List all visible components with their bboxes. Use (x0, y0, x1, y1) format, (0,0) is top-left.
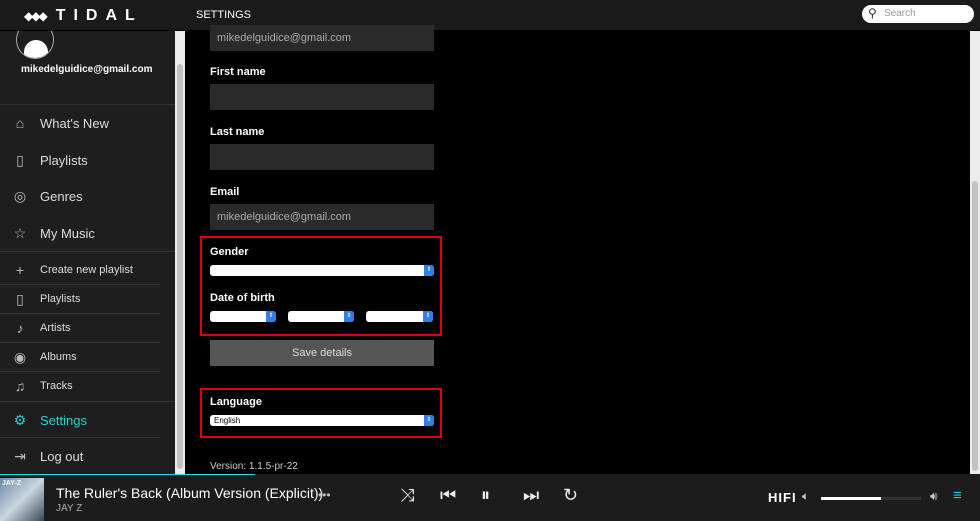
sidebar-item-playlists[interactable]: ▯ Playlists (0, 150, 160, 170)
divider (0, 284, 160, 285)
scrollbar-thumb[interactable] (972, 181, 978, 471)
gender-select[interactable]: ⇕ (210, 265, 434, 276)
divider (0, 401, 175, 402)
album-art[interactable]: JAY-Z (0, 478, 44, 521)
select-arrows-icon: ⇕ (424, 265, 434, 276)
shuffle-icon[interactable]: ⤨ (400, 485, 414, 506)
plus-icon: + (15, 262, 25, 278)
select-arrows-icon: ⇕ (266, 311, 276, 322)
divider (0, 342, 160, 343)
sidebar-item-logout[interactable]: ⇥ Log out (0, 446, 160, 466)
logout-icon: ⇥ (14, 447, 26, 464)
gear-icon: ⚙ (13, 411, 27, 428)
player-bar: JAY-Z The Ruler's Back (Album Version (E… (0, 475, 980, 521)
disc-icon: ◎ (13, 187, 27, 204)
save-details-button[interactable]: Save details (210, 340, 434, 366)
divider (0, 313, 160, 314)
divider (0, 251, 175, 252)
divider (0, 104, 175, 105)
last-name-label: Last name (210, 126, 265, 138)
star-icon: ☆ (13, 224, 27, 241)
language-label: Language (210, 396, 262, 408)
avatar[interactable] (16, 31, 54, 59)
microphone-icon: ♪ (16, 320, 24, 336)
user-email: mikedelguidice@gmail.com (21, 64, 153, 75)
scrollbar-thumb[interactable] (177, 64, 183, 469)
music-note-icon: ♫ (14, 378, 26, 394)
select-arrows-icon: ⇕ (423, 311, 433, 322)
home-icon: ⌂ (15, 115, 25, 131)
tidal-logo[interactable]: ◆◆◆ TIDAL (24, 7, 143, 25)
dob-month-select[interactable]: ⇕ (288, 311, 354, 322)
playlist-icon: ▯ (16, 290, 24, 307)
main-scrollbar[interactable] (970, 31, 980, 475)
first-name-label: First name (210, 66, 266, 78)
previous-icon[interactable]: ⏮ (440, 485, 456, 506)
email-field[interactable]: mikedelguidice@gmail.com (210, 204, 434, 230)
last-name-field[interactable] (210, 144, 434, 170)
sidebar-item-genres[interactable]: ◎ Genres (0, 186, 160, 206)
dob-year-select[interactable]: ⇕ (366, 311, 433, 322)
page-title: SETTINGS (196, 9, 252, 21)
select-arrows-icon: ⇕ (344, 311, 354, 322)
sidebar-item-my-music[interactable]: ☆ My Music (0, 223, 160, 243)
email-label: Email (210, 186, 240, 198)
sidebar-item-tracks[interactable]: ♫ Tracks (0, 376, 160, 396)
sidebar-item-artists[interactable]: ♪ Artists (0, 318, 160, 338)
next-icon[interactable]: ⏭ (523, 485, 539, 506)
divider (0, 437, 160, 438)
volume-high-icon[interactable]: 🔊︎ (930, 489, 938, 504)
repeat-icon[interactable]: ↻ (563, 485, 578, 506)
more-options-button[interactable]: ••• (318, 488, 331, 502)
sidebar-item-settings[interactable]: ⚙ Settings (0, 410, 160, 430)
volume-low-icon[interactable]: 🔈︎ (802, 489, 809, 504)
volume-slider[interactable] (821, 497, 921, 500)
select-arrows-icon: ⇕ (424, 415, 434, 426)
sidebar-item-albums[interactable]: ◉ Albums (0, 347, 160, 367)
queue-icon[interactable]: ≡ (953, 487, 962, 504)
gender-label: Gender (210, 246, 249, 258)
tidal-logo-icon: ◆◆◆ (24, 9, 48, 23)
username-field[interactable]: mikedelguidice@gmail.com (210, 25, 434, 51)
first-name-field[interactable] (210, 84, 434, 110)
language-select[interactable]: English ⇕ (210, 415, 434, 426)
dob-label: Date of birth (210, 292, 275, 304)
dob-day-select[interactable]: ⇕ (210, 311, 276, 322)
sidebar-item-create-playlist[interactable]: + Create new playlist (0, 260, 160, 280)
track-title[interactable]: The Ruler's Back (Album Version (Explici… (56, 485, 323, 501)
sidebar-item-my-playlists[interactable]: ▯ Playlists (0, 289, 160, 309)
search-input[interactable]: ⚲ Search (862, 5, 974, 23)
version-text: Version: 1.1.5-pr-22 (210, 461, 298, 472)
divider (0, 371, 160, 372)
settings-form: mikedelguidice@gmail.com First name Last… (185, 25, 970, 475)
pause-icon[interactable]: ⏸ (481, 485, 490, 506)
playlist-icon: ▯ (16, 151, 24, 168)
sidebar-item-whats-new[interactable]: ⌂ What's New (0, 113, 160, 133)
search-icon: ⚲ (868, 6, 877, 20)
top-bar: ◆◆◆ TIDAL SETTINGS ⚲ Search (0, 0, 980, 31)
album-icon: ◉ (13, 348, 27, 365)
sidebar-scrollbar[interactable] (175, 31, 185, 475)
track-artist[interactable]: JAY Z (56, 503, 82, 514)
volume-fill (821, 497, 881, 500)
sidebar: mikedelguidice@gmail.com ⌂ What's New ▯ Pl… (0, 31, 175, 475)
quality-badge[interactable]: HIFI (768, 490, 797, 505)
